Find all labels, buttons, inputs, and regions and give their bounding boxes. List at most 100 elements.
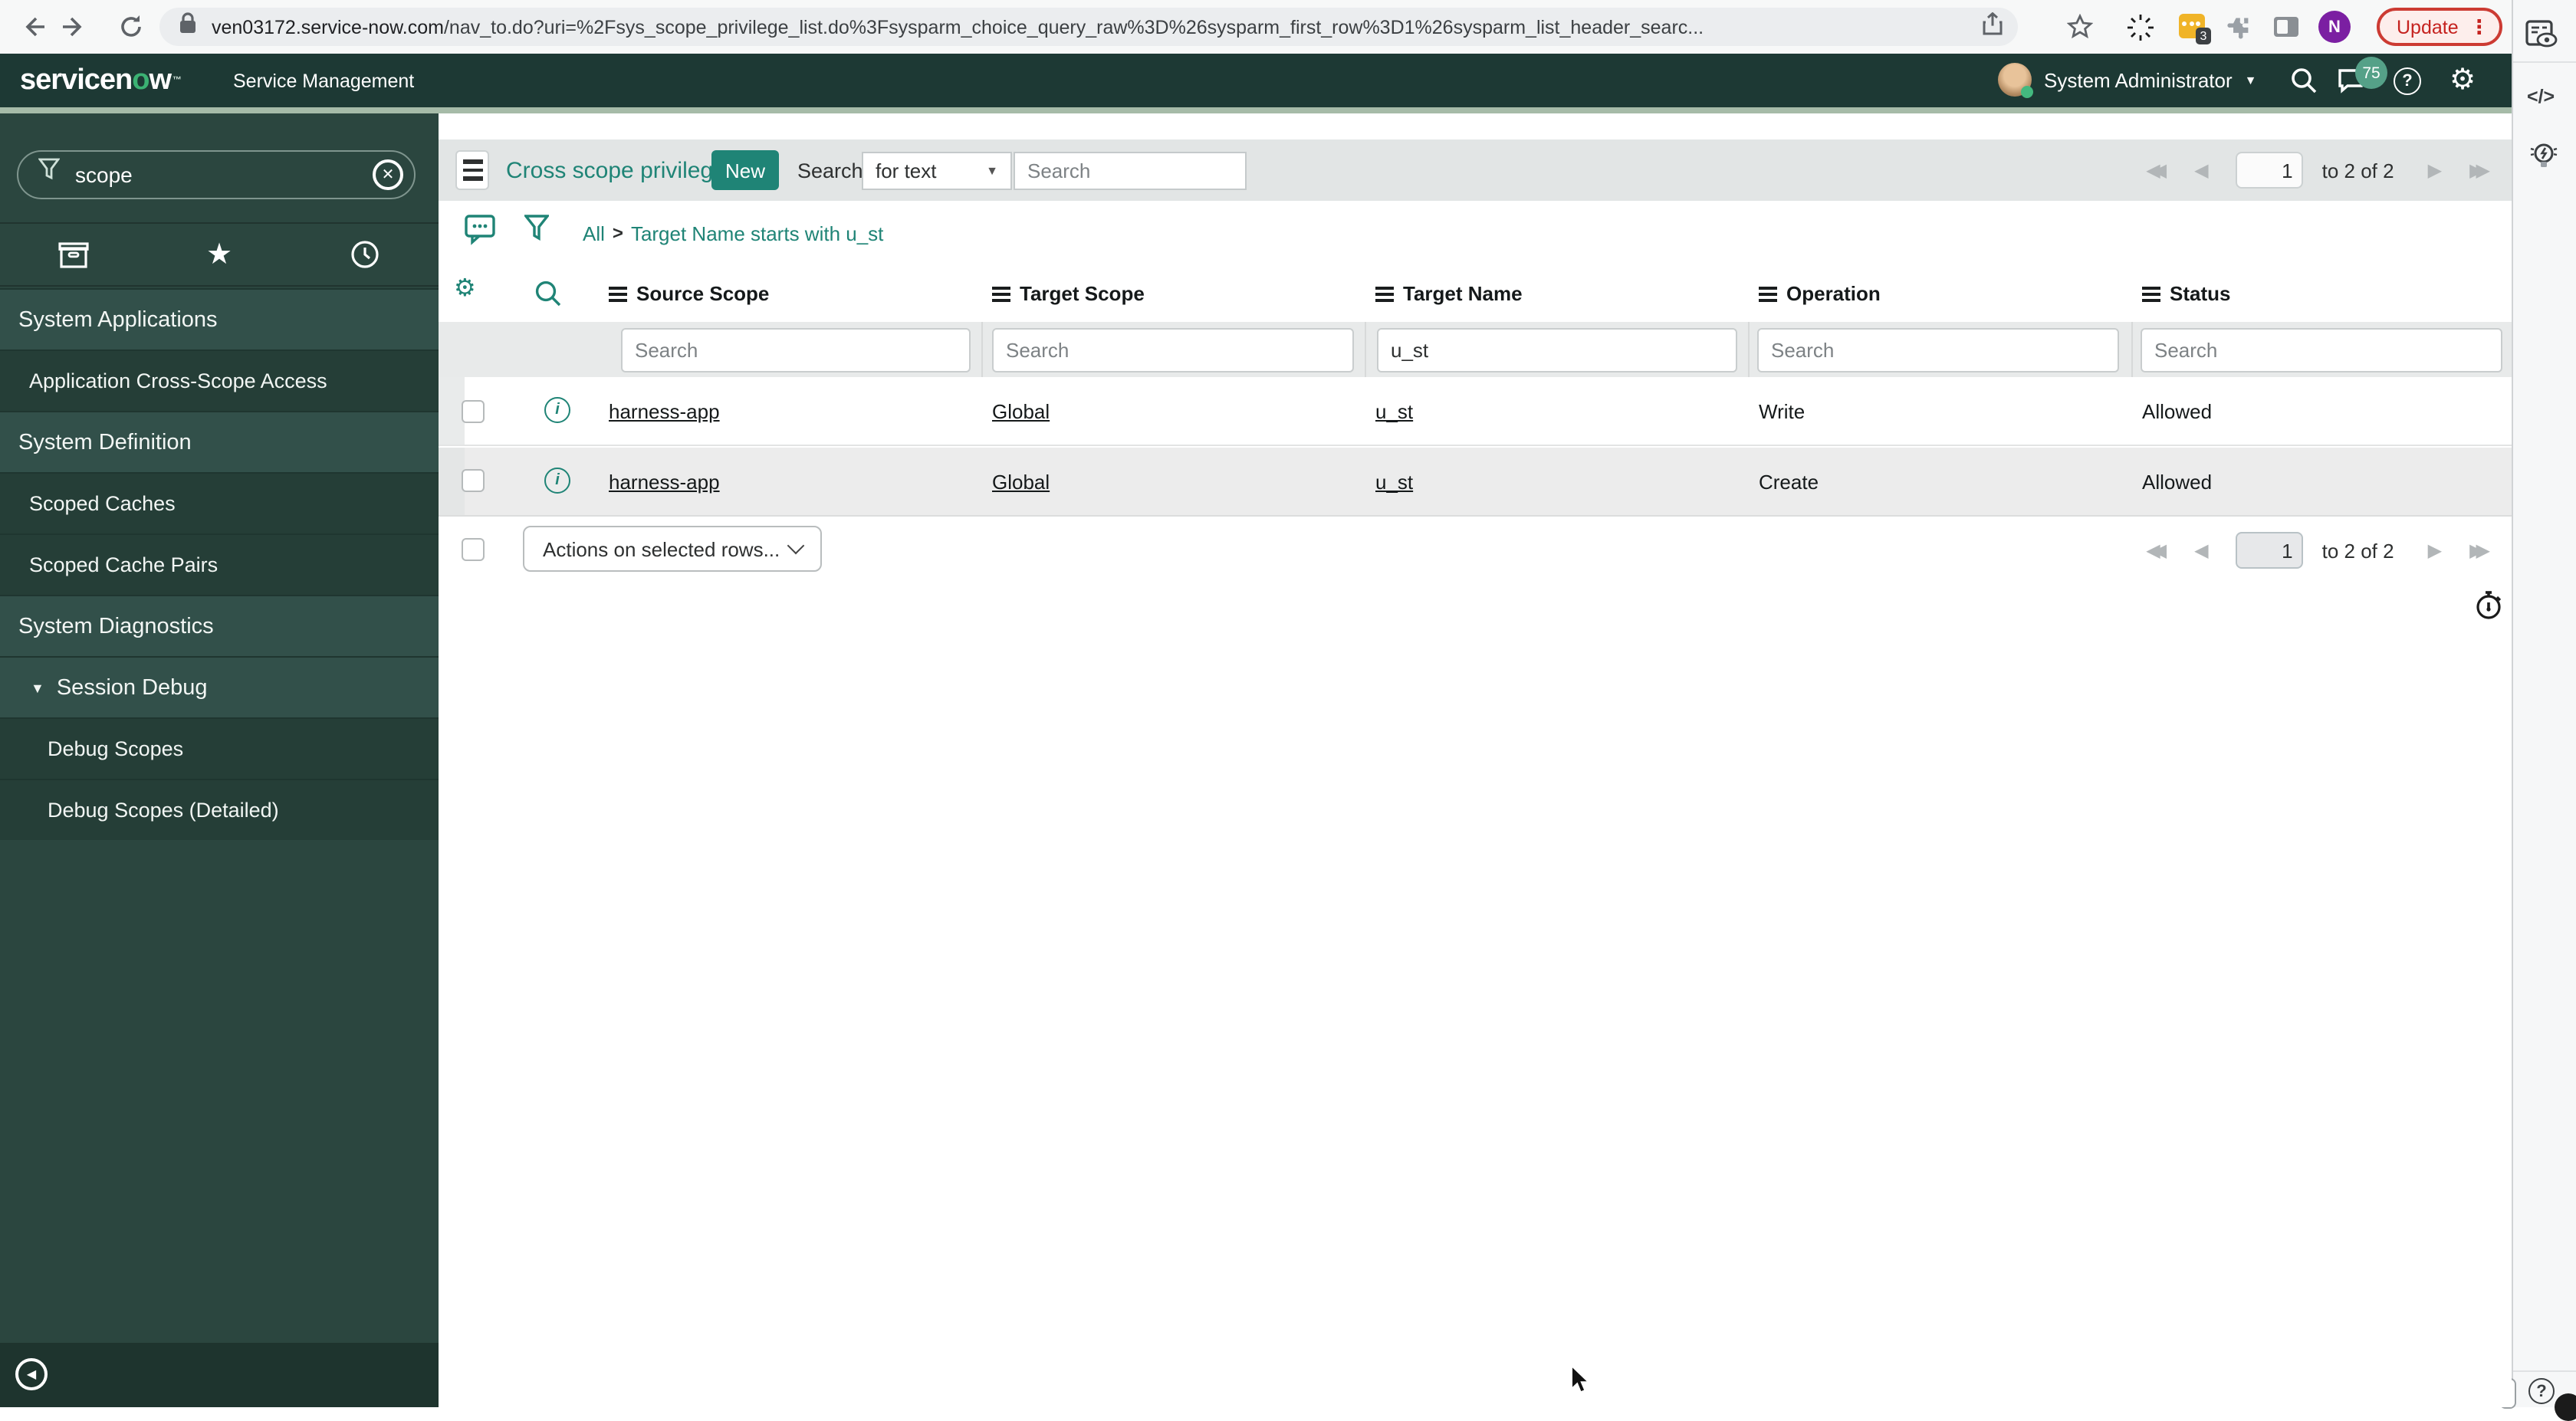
previous-page-icon[interactable]: ◀ (2194, 541, 2208, 560)
address-bar[interactable]: ven03172.service-now.com/nav_to.do?uri=%… (159, 8, 2018, 46)
update-button[interactable]: Update ⋮ (2377, 8, 2503, 46)
list-toolbar: Cross scope privileges New Search for te… (439, 139, 2512, 201)
next-page-icon[interactable]: ▶ (2428, 161, 2442, 179)
spinner-extension-icon[interactable] (2125, 12, 2154, 41)
sidebar-subsection-session-debug[interactable]: ▼ Session Debug (0, 656, 439, 717)
row-checkbox[interactable] (462, 400, 485, 423)
last-page-icon[interactable]: ▶▶ (2469, 541, 2491, 560)
last-page-icon[interactable]: ▶▶ (2469, 161, 2491, 179)
product-title: Service Management (233, 70, 415, 91)
previous-page-icon[interactable]: ◀ (2194, 161, 2208, 179)
app-header: servicen o w ™ Service Management System Ad… (0, 54, 2512, 107)
filter-target-scope-input[interactable] (992, 327, 1354, 372)
bookmark-star-icon[interactable] (2065, 12, 2095, 41)
list-title[interactable]: Cross scope privileges (506, 139, 738, 201)
online-status-dot (2021, 86, 2033, 98)
sidebar-item-debug-scopes[interactable]: Debug Scopes (0, 717, 439, 779)
cell-status: Allowed (2142, 399, 2213, 422)
share-icon[interactable] (1983, 11, 2003, 42)
row-range-label: to 2 of 2 (2321, 159, 2394, 182)
page-number-input[interactable] (2236, 152, 2304, 189)
next-page-icon[interactable]: ▶ (2428, 541, 2442, 560)
navigator-search[interactable]: ✕ (17, 150, 416, 199)
list-settings-gear-icon[interactable]: ⚙ (454, 277, 476, 302)
breadcrumb-separator: > (612, 222, 623, 244)
chevron-down-icon: ▼ (2244, 74, 2257, 87)
sidebar-item-scoped-cache-pairs[interactable]: Scoped Cache Pairs (0, 533, 439, 595)
filter-status-input[interactable] (2141, 327, 2502, 372)
breadcrumb-filter-icon[interactable] (523, 215, 550, 253)
cell-source-scope[interactable]: harness-app (609, 448, 720, 515)
column-header-target-name[interactable]: Target Name (1375, 265, 1523, 322)
code-panel-icon[interactable]: </> (2527, 86, 2555, 107)
column-header-operation[interactable]: Operation (1759, 265, 1881, 322)
response-time-icon[interactable] (2475, 590, 2504, 627)
browser-menu-kebab-icon[interactable]: ⋮ (2469, 15, 2489, 39)
column-header-source-scope[interactable]: Source Scope (609, 265, 769, 322)
page-number-input[interactable] (2236, 532, 2304, 569)
help-strip-icon[interactable]: ? (2528, 1378, 2555, 1404)
cell-target-scope[interactable]: Global (992, 377, 1050, 445)
cell-target-name[interactable]: u_st (1375, 448, 1413, 515)
browser-profile-avatar[interactable]: N (2318, 11, 2351, 43)
chevron-down-icon (787, 537, 805, 555)
column-header-status[interactable]: Status (2142, 265, 2230, 322)
settings-gear-icon[interactable]: ⚙ (2444, 54, 2481, 107)
sidebar-section-system-definition[interactable]: System Definition (0, 411, 439, 472)
column-search-toggle-icon[interactable] (534, 279, 563, 316)
cell-source-scope[interactable]: harness-app (609, 377, 720, 445)
user-name-label: System Administrator (2044, 69, 2233, 92)
search-type-select[interactable]: for text ▼ (862, 151, 1012, 189)
cell-operation: Create (1759, 470, 1819, 493)
cell-target-name[interactable]: u_st (1375, 377, 1413, 445)
new-button[interactable]: New (711, 150, 780, 190)
lightbulb-extension-icon[interactable] (2525, 138, 2562, 175)
cell-target-scope[interactable]: Global (992, 448, 1050, 515)
extension-badge: 3 (2196, 28, 2211, 44)
tab-favorites[interactable]: ★ (146, 224, 293, 285)
first-page-icon[interactable]: ◀◀ (2146, 541, 2167, 560)
extension-dots (2182, 21, 2202, 26)
navigator-search-input[interactable] (72, 161, 333, 189)
info-icon[interactable]: i (544, 468, 570, 494)
user-avatar[interactable] (1998, 63, 2033, 98)
filter-icon (38, 158, 61, 192)
select-all-checkbox[interactable] (462, 538, 485, 561)
global-search-icon[interactable] (2285, 54, 2321, 107)
list-search-input[interactable] (1014, 151, 1247, 189)
filter-source-scope-input[interactable] (621, 327, 971, 372)
table-row: i harness-app Global u_st Create Allowed (439, 448, 2512, 517)
sidebar-item-scoped-caches[interactable]: Scoped Caches (0, 472, 439, 533)
filter-operation-input[interactable] (1757, 327, 2119, 372)
clear-search-icon[interactable]: ✕ (373, 159, 403, 190)
browser-back-icon[interactable] (18, 12, 48, 41)
collapse-navigator-button[interactable]: ◀ (15, 1358, 48, 1390)
breadcrumb-filter-link[interactable]: Target Name starts with u_st (631, 222, 883, 244)
password-extension-icon[interactable]: 3 (2179, 14, 2211, 44)
browser-reload-icon[interactable] (117, 12, 146, 41)
breadcrumb-all-link[interactable]: All (583, 222, 605, 244)
side-panel-icon[interactable] (2271, 12, 2300, 41)
actions-select[interactable]: Actions on selected rows... (523, 526, 822, 572)
list-context-menu-icon[interactable] (455, 150, 489, 190)
extensions-puzzle-icon[interactable] (2225, 12, 2254, 41)
row-checkbox[interactable] (462, 469, 485, 492)
sidebar-item-application-cross-scope-access[interactable]: Application Cross-Scope Access (0, 350, 439, 411)
user-menu[interactable]: System Administrator ▼ (2044, 54, 2257, 107)
help-icon[interactable]: ? (2389, 54, 2426, 107)
corner-widget (2555, 1393, 2576, 1421)
sidebar-section-system-diagnostics[interactable]: System Diagnostics (0, 595, 439, 656)
header-accent-line (0, 107, 2512, 113)
sidebar-item-debug-scopes-detailed[interactable]: Debug Scopes (Detailed) (0, 779, 439, 840)
info-icon[interactable]: i (544, 397, 570, 423)
first-page-icon[interactable]: ◀◀ (2146, 161, 2167, 179)
comments-icon[interactable] (465, 215, 498, 253)
column-header-target-scope[interactable]: Target Scope (992, 265, 1145, 322)
browser-forward-icon[interactable] (60, 12, 89, 41)
filter-target-name-input[interactable] (1377, 327, 1737, 372)
reader-view-icon[interactable] (2525, 20, 2559, 51)
tab-history[interactable] (292, 224, 439, 285)
sidebar-section-system-applications[interactable]: System Applications (0, 288, 439, 350)
tab-all-applications[interactable] (0, 224, 146, 285)
table-row: i harness-app Global u_st Write Allowed (439, 377, 2512, 446)
